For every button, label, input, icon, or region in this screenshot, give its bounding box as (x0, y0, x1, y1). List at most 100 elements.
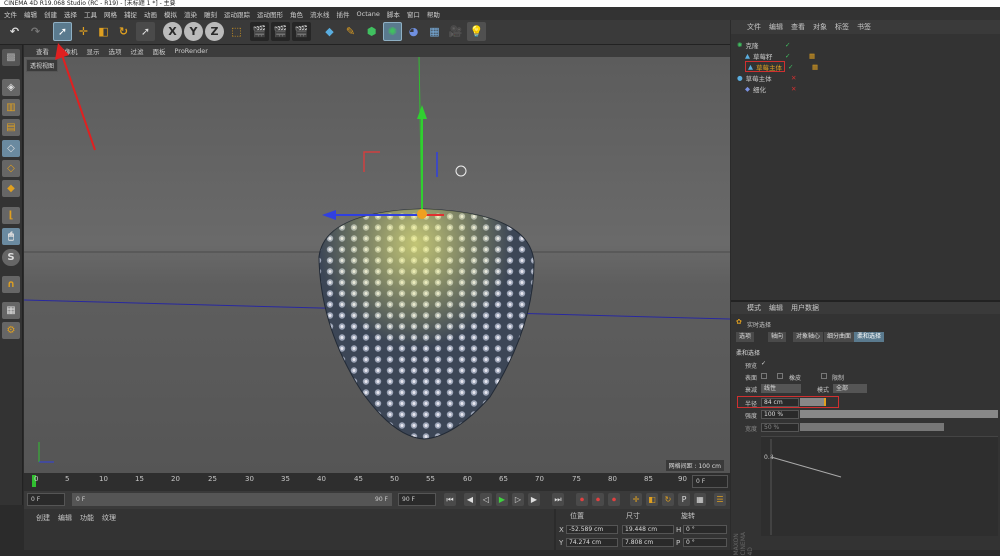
material-menu-create[interactable]: 创建 (36, 513, 50, 523)
coordinate-system-icon[interactable]: ⬚ (227, 22, 246, 41)
am-menu-mode[interactable]: 模式 (747, 303, 761, 313)
width-field[interactable]: 50 % (761, 423, 799, 432)
disabled-x-icon[interactable]: ✕ (791, 74, 796, 82)
preview-checkbox[interactable]: ✓ (761, 360, 766, 367)
gizmo-y-arrow[interactable] (417, 105, 427, 119)
position-x-field[interactable]: -52.589 cm (566, 525, 618, 534)
frame-range-slider[interactable]: 0 F 90 F (72, 493, 392, 506)
rotate-tool-icon[interactable]: ↻ (114, 22, 133, 41)
viewport-menu-prorender[interactable]: ProRender (175, 47, 208, 55)
material-menu-edit[interactable]: 编辑 (58, 513, 72, 523)
tab-axis[interactable]: 轴向 (768, 332, 787, 342)
mode-dropdown[interactable]: 全部 (833, 384, 867, 393)
menu-render[interactable]: 渲染 (184, 9, 197, 19)
menu-help[interactable]: 帮助 (427, 9, 440, 19)
am-menu-userdata[interactable]: 用户数据 (791, 303, 819, 313)
menu-sculpt[interactable]: 雕刻 (204, 9, 217, 19)
go-to-end-icon[interactable]: ⏭ (552, 493, 564, 506)
tab-object-axis[interactable]: 对象轴心 (793, 332, 824, 342)
menu-edit[interactable]: 编辑 (24, 9, 37, 19)
render-settings-icon[interactable]: 🎬 (292, 22, 311, 41)
menu-character[interactable]: 角色 (290, 9, 303, 19)
disabled-x-icon[interactable]: ✕ (791, 85, 796, 93)
object-row-cloner[interactable]: ✺ 克隆 ✓ (737, 39, 790, 50)
go-to-start-icon[interactable]: ⏮ (444, 493, 456, 506)
current-frame-field[interactable]: 0 F (692, 475, 728, 488)
width-slider[interactable] (800, 423, 944, 431)
menu-octane[interactable]: Octane (357, 10, 380, 18)
strength-slider[interactable] (800, 410, 998, 418)
camera-icon[interactable]: 🎥 (446, 22, 465, 41)
am-menu-edit[interactable]: 编辑 (769, 303, 783, 313)
object-row-body[interactable]: ● 草莓主体 ✕ (737, 72, 796, 83)
visibility-check-icon[interactable]: ✓ (785, 52, 790, 60)
lock-workplane-icon[interactable]: ⚙ (2, 322, 20, 339)
material-menu-function[interactable]: 功能 (80, 513, 94, 523)
play-icon[interactable]: ▶ (496, 493, 508, 506)
om-menu-tag[interactable]: 标签 (835, 22, 849, 32)
render-picture-viewer-icon[interactable]: 🎬 (271, 22, 290, 41)
tab-options[interactable]: 选项 (736, 332, 755, 342)
tab-subdivision[interactable]: 细分曲面 (824, 332, 855, 342)
viewport-menu-filter[interactable]: 过滤 (131, 46, 144, 56)
om-menu-file[interactable]: 文件 (747, 22, 761, 32)
timeline[interactable]: 0 5 10 15 20 25 30 35 40 45 50 55 60 65 … (24, 473, 730, 491)
size-x-field[interactable]: 19.448 cm (622, 525, 674, 534)
tab-soft-selection[interactable]: 柔和选择 (854, 332, 885, 342)
om-menu-bookmark[interactable]: 书签 (857, 22, 871, 32)
texture-mode-icon[interactable]: ▥ (2, 99, 20, 116)
menu-window[interactable]: 窗口 (407, 9, 420, 19)
end-frame-field[interactable]: 90 F (398, 493, 436, 506)
object-row-seeds[interactable]: ▲ 草莓籽 ✓ ▦ (745, 50, 815, 61)
menu-create[interactable]: 创建 (44, 9, 57, 19)
falloff-curve-graph[interactable]: 0.8 (761, 436, 998, 536)
radius-slider[interactable] (800, 398, 824, 406)
viewport-menu-panel[interactable]: 面板 (153, 46, 166, 56)
radius-field[interactable]: 84 cm (761, 398, 799, 407)
size-y-field[interactable]: 7.808 cm (622, 538, 674, 547)
key-parameter-icon[interactable]: P (678, 493, 690, 506)
deformer-icon[interactable]: ◕ (404, 22, 423, 41)
menu-mograph[interactable]: 运动图形 (257, 9, 283, 19)
points-mode-icon[interactable]: ◇ (2, 140, 20, 157)
rotation-p-field[interactable]: 0 ° (683, 538, 727, 547)
limit-checkbox[interactable] (821, 373, 827, 379)
next-frame-icon[interactable]: ▷ (512, 493, 524, 506)
viewport-menu-view[interactable]: 查看 (36, 46, 49, 56)
keyframe-selection-icon[interactable]: ⏺ (608, 493, 620, 506)
rubber-checkbox[interactable] (777, 373, 783, 379)
cloner-icon[interactable]: ✺ (383, 22, 402, 41)
workplane-icon[interactable]: ▤ (2, 119, 20, 136)
axis-mode-icon[interactable]: ⌊ (2, 207, 20, 224)
menu-motion-tracking[interactable]: 运动跟踪 (224, 9, 250, 19)
axis-z-button[interactable]: Z (205, 22, 224, 41)
menu-simulate[interactable]: 模拟 (164, 9, 177, 19)
selection-tag-icon[interactable]: ▦ (812, 63, 818, 71)
rotation-h-field[interactable]: 0 ° (683, 525, 727, 534)
menu-script[interactable]: 脚本 (387, 9, 400, 19)
om-menu-object[interactable]: 对象 (813, 22, 827, 32)
autokey-icon[interactable]: ⏺ (592, 493, 604, 506)
workplane-grid-icon[interactable]: ▦ (2, 302, 20, 319)
menu-mesh[interactable]: 网格 (104, 9, 117, 19)
tweak-mode-icon[interactable]: 🖱 (2, 228, 20, 245)
key-scale-icon[interactable]: ◧ (646, 493, 658, 506)
menu-snap[interactable]: 捕捉 (124, 9, 137, 19)
subdivision-icon[interactable]: ⬢ (362, 22, 381, 41)
move-tool-icon[interactable]: ✛ (74, 22, 93, 41)
position-y-field[interactable]: 74.274 cm (566, 538, 618, 547)
material-tag-icon[interactable]: ▦ (809, 52, 815, 60)
key-rotation-icon[interactable]: ↻ (662, 493, 674, 506)
floor-icon[interactable]: ▦ (425, 22, 444, 41)
axis-y-button[interactable]: Y (184, 22, 203, 41)
model-mode-icon[interactable]: ◈ (2, 79, 20, 96)
render-view-icon[interactable]: 🎬 (250, 22, 269, 41)
menu-tools[interactable]: 工具 (84, 9, 97, 19)
record-icon[interactable]: ⏺ (576, 493, 588, 506)
axis-x-button[interactable]: X (163, 22, 182, 41)
visibility-check-icon[interactable]: ✓ (788, 63, 793, 71)
edges-mode-icon[interactable]: ◇ (2, 160, 20, 177)
redo-icon[interactable]: ↷ (26, 22, 45, 41)
rotation-handle-red[interactable] (363, 151, 380, 172)
snap-icon[interactable]: S (2, 249, 20, 266)
